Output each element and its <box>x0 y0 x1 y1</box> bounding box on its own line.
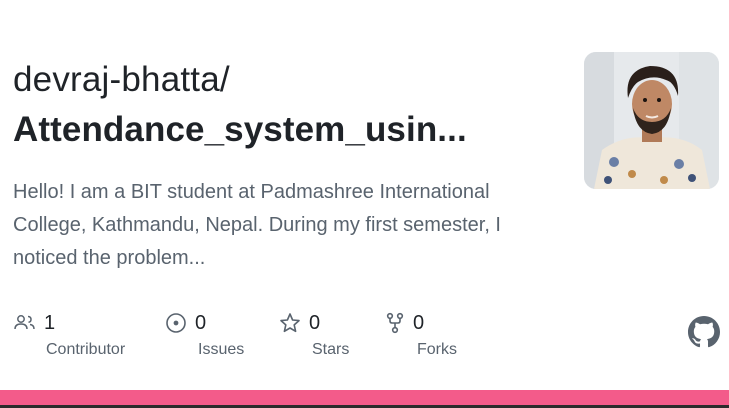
star-icon <box>279 312 301 334</box>
forks-count: 0 <box>413 311 425 334</box>
issue-icon <box>165 312 187 334</box>
repo-description: Hello! I am a BIT student at Padmashree … <box>13 181 501 269</box>
stat-contributors[interactable]: 1 Contributor <box>14 310 125 358</box>
stars-count: 0 <box>309 311 321 334</box>
stat-forks[interactable]: 0 Forks <box>385 310 457 358</box>
people-icon <box>14 314 36 332</box>
repo-name[interactable]: Attendance_system_usin... <box>13 110 467 150</box>
avatar[interactable] <box>584 52 719 189</box>
contributors-label: Contributor <box>46 341 126 358</box>
fork-icon <box>385 312 405 334</box>
stat-issues[interactable]: 0 Issues <box>165 310 244 358</box>
issues-label: Issues <box>198 341 245 358</box>
stars-label: Stars <box>312 341 350 358</box>
contributors-count: 1 <box>44 311 56 334</box>
issues-count: 0 <box>195 311 207 334</box>
github-icon[interactable] <box>688 316 720 353</box>
forks-label: Forks <box>417 341 457 358</box>
repo-owner[interactable]: devraj-bhatta/ <box>13 60 230 100</box>
stat-stars[interactable]: 0 Stars <box>279 310 349 358</box>
